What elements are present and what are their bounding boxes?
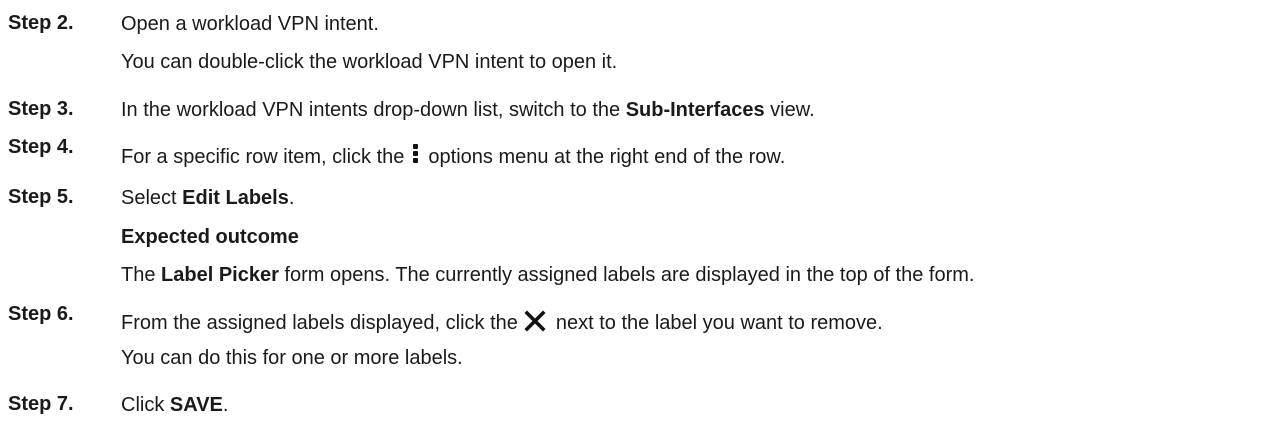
- step-text: Open a workload VPN intent.: [121, 13, 379, 35]
- step-text-pre: From the assigned labels displayed, clic…: [121, 312, 518, 334]
- step-text: From the assigned labels displayed, clic…: [121, 310, 883, 335]
- step-text: Click SAVE.: [121, 393, 228, 417]
- edit-labels-term: Edit Labels: [182, 187, 289, 209]
- step-number: Step 7.: [8, 393, 74, 415]
- step-text-pre: For a specific row item, click the: [121, 146, 405, 168]
- outcome-heading: Expected outcome: [121, 226, 299, 248]
- step-number: Step 6.: [8, 303, 74, 325]
- outcome-text-post: form opens. The currently assigned label…: [278, 264, 975, 286]
- step-note: You can double-click the workload VPN in…: [121, 51, 618, 73]
- sub-interfaces-term: Sub-Interfaces: [625, 99, 765, 121]
- step-text-post: view.: [764, 99, 815, 121]
- step-note: You can do this for one or more labels.: [121, 347, 463, 369]
- step-text-post: .: [288, 187, 295, 209]
- step-text: In the workload VPN intents drop-down li…: [121, 98, 815, 122]
- step-number: Step 4.: [8, 136, 74, 158]
- step-text-pre: Select: [121, 187, 183, 209]
- step-text-post: .: [222, 394, 229, 416]
- label-picker-term: Label Picker: [161, 264, 279, 286]
- step-text: Select Edit Labels.: [121, 186, 294, 210]
- step-number: Step 2.: [8, 12, 74, 34]
- step-text-post: next to the label you want to remove.: [555, 312, 883, 334]
- outcome-text: The Label Picker form opens. The current…: [121, 263, 974, 287]
- step-text: For a specific row item, click the option…: [121, 143, 785, 169]
- step-text-pre: Click: [121, 394, 170, 416]
- step-number: Step 3.: [8, 98, 74, 120]
- save-term: SAVE: [169, 394, 223, 416]
- close-x-icon: [524, 310, 546, 332]
- step-number: Step 5.: [8, 186, 74, 208]
- outcome-text-pre: The: [121, 264, 162, 286]
- step-text-post: options menu at the right end of the row…: [428, 146, 786, 168]
- more-options-vertical-icon: [410, 143, 420, 165]
- step-text-pre: In the workload VPN intents drop-down li…: [121, 99, 626, 121]
